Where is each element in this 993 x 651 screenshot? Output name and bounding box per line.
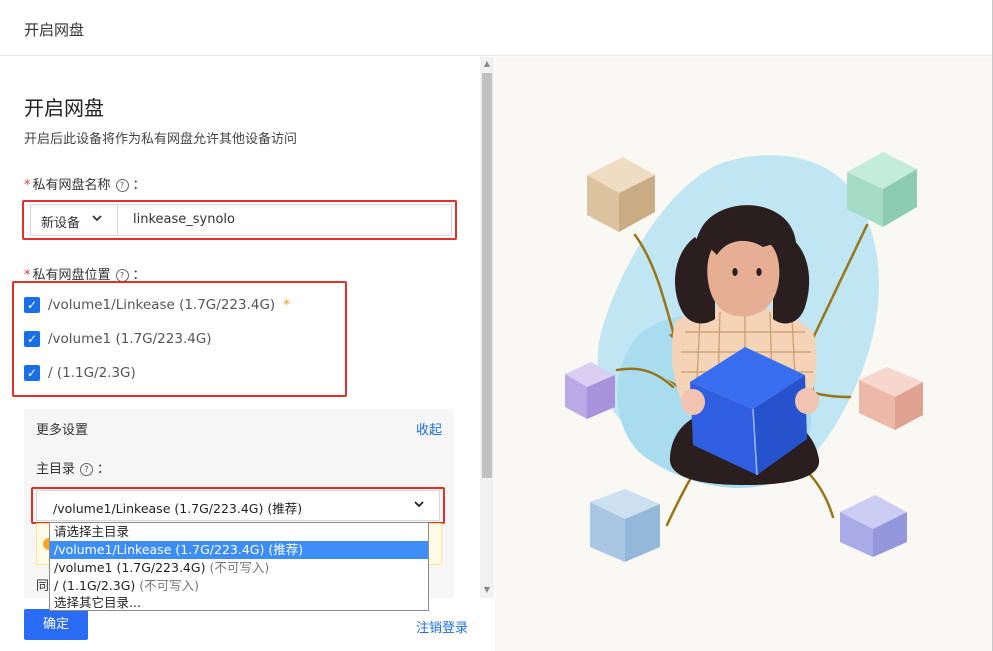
drive-name-input[interactable]: linkease_synolo [133,212,235,227]
check-icon[interactable]: ✓ [24,297,40,313]
cube-lightblue [590,489,660,562]
page-title: 开启网盘 [24,96,104,120]
logout-link[interactable]: 注销登录 [416,617,468,636]
cube-pink [859,367,923,430]
device-type-value: 新设备 [41,216,81,231]
page-subtitle: 开启后此设备将作为私有网盘允许其他设备访问 [24,132,298,147]
chevron-down-icon [413,498,425,513]
network-drive-illustration [565,152,923,562]
help-icon[interactable]: ? [80,463,94,476]
scrollbar-thumb[interactable] [482,73,492,478]
cube-periwinkle [840,495,907,557]
device-type-select[interactable]: 新设备 [31,205,118,235]
required-mark: * [24,178,31,193]
window-title: 开启网盘 [24,21,85,39]
person-figure [669,205,820,485]
collapse-link[interactable]: 收起 [416,419,442,438]
main-dir-dropdown[interactable]: 请选择主目录 /volume1/Linkease (1.7G/223.4G) (… [49,522,429,611]
dropdown-option-placeholder[interactable]: 请选择主目录 [50,523,428,541]
check-icon[interactable]: ✓ [24,331,40,347]
dropdown-option-other[interactable]: 选择其它目录... [50,594,428,612]
confirm-button[interactable]: 确定 [24,609,88,640]
name-input-group: 新设备 linkease_synolo [30,204,452,236]
scroll-down-arrow-icon[interactable]: ▼ [483,586,491,594]
scroll-up-arrow-icon[interactable]: ▲ [483,60,491,68]
scrollbar[interactable]: ▲ ▼ [480,57,494,598]
main-dir-label: 主目录?： [36,462,111,477]
recommended-star: * [283,297,290,313]
dropdown-option-selected[interactable]: /volume1/Linkease (1.7G/223.4G) (推荐) [50,541,428,559]
dropdown-option[interactable]: /volume1 (1.7G/223.4G) (不可写入) [50,559,428,577]
window-header: 开启网盘 [0,0,993,56]
name-field-label: * 私有网盘名称?： [24,178,146,193]
check-icon[interactable]: ✓ [24,365,40,381]
cube-tan [587,157,655,232]
help-icon[interactable]: ? [115,179,129,192]
main-dir-select[interactable]: /volume1/Linkease (1.7G/223.4G) (推荐) [36,490,440,521]
main-dir-value: /volume1/Linkease (1.7G/223.4G) (推荐) [53,501,303,516]
obscured-label: 同 [36,579,50,594]
chevron-down-icon [91,212,103,227]
more-settings-title: 更多设置 [36,423,89,438]
form-panel: 开启网盘 开启后此设备将作为私有网盘允许其他设备访问 * 私有网盘名称?： 新设备… [0,57,495,651]
illustration-panel [495,57,992,651]
dropdown-option[interactable]: / (1.1G/2.3G) (不可写入) [50,577,428,595]
